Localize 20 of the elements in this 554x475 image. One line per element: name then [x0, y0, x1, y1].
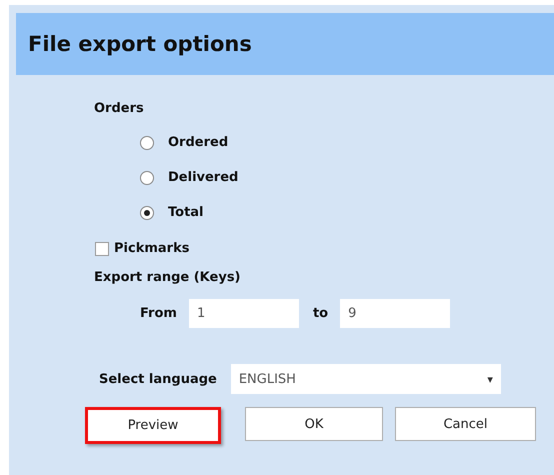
dialog-button[interactable]: OK — [245, 407, 383, 441]
radio-label: Ordered — [168, 135, 228, 150]
language-label: Select language — [99, 372, 217, 386]
dialog-button[interactable]: Cancel — [395, 407, 536, 441]
checkbox[interactable] — [95, 242, 109, 256]
radio-label: Delivered — [168, 170, 238, 185]
to-field[interactable]: 9 — [340, 299, 450, 328]
radio-button[interactable] — [140, 170, 154, 184]
from-label: From — [140, 306, 177, 321]
section-label: Export range (Keys) — [94, 270, 240, 285]
language-dropdown[interactable]: ENGLISH ▾ — [230, 364, 501, 394]
radio-button[interactable] — [140, 206, 154, 220]
radio-button[interactable] — [140, 136, 154, 150]
dialog-button[interactable]: Preview — [85, 407, 221, 444]
section-label: Orders — [94, 101, 144, 116]
checkbox-label: Pickmarks — [114, 241, 190, 256]
from-field[interactable]: 1 — [188, 299, 299, 328]
radio-label: Total — [168, 205, 204, 220]
dialog-title: File export options — [28, 32, 252, 56]
to-label: to — [312, 306, 328, 321]
